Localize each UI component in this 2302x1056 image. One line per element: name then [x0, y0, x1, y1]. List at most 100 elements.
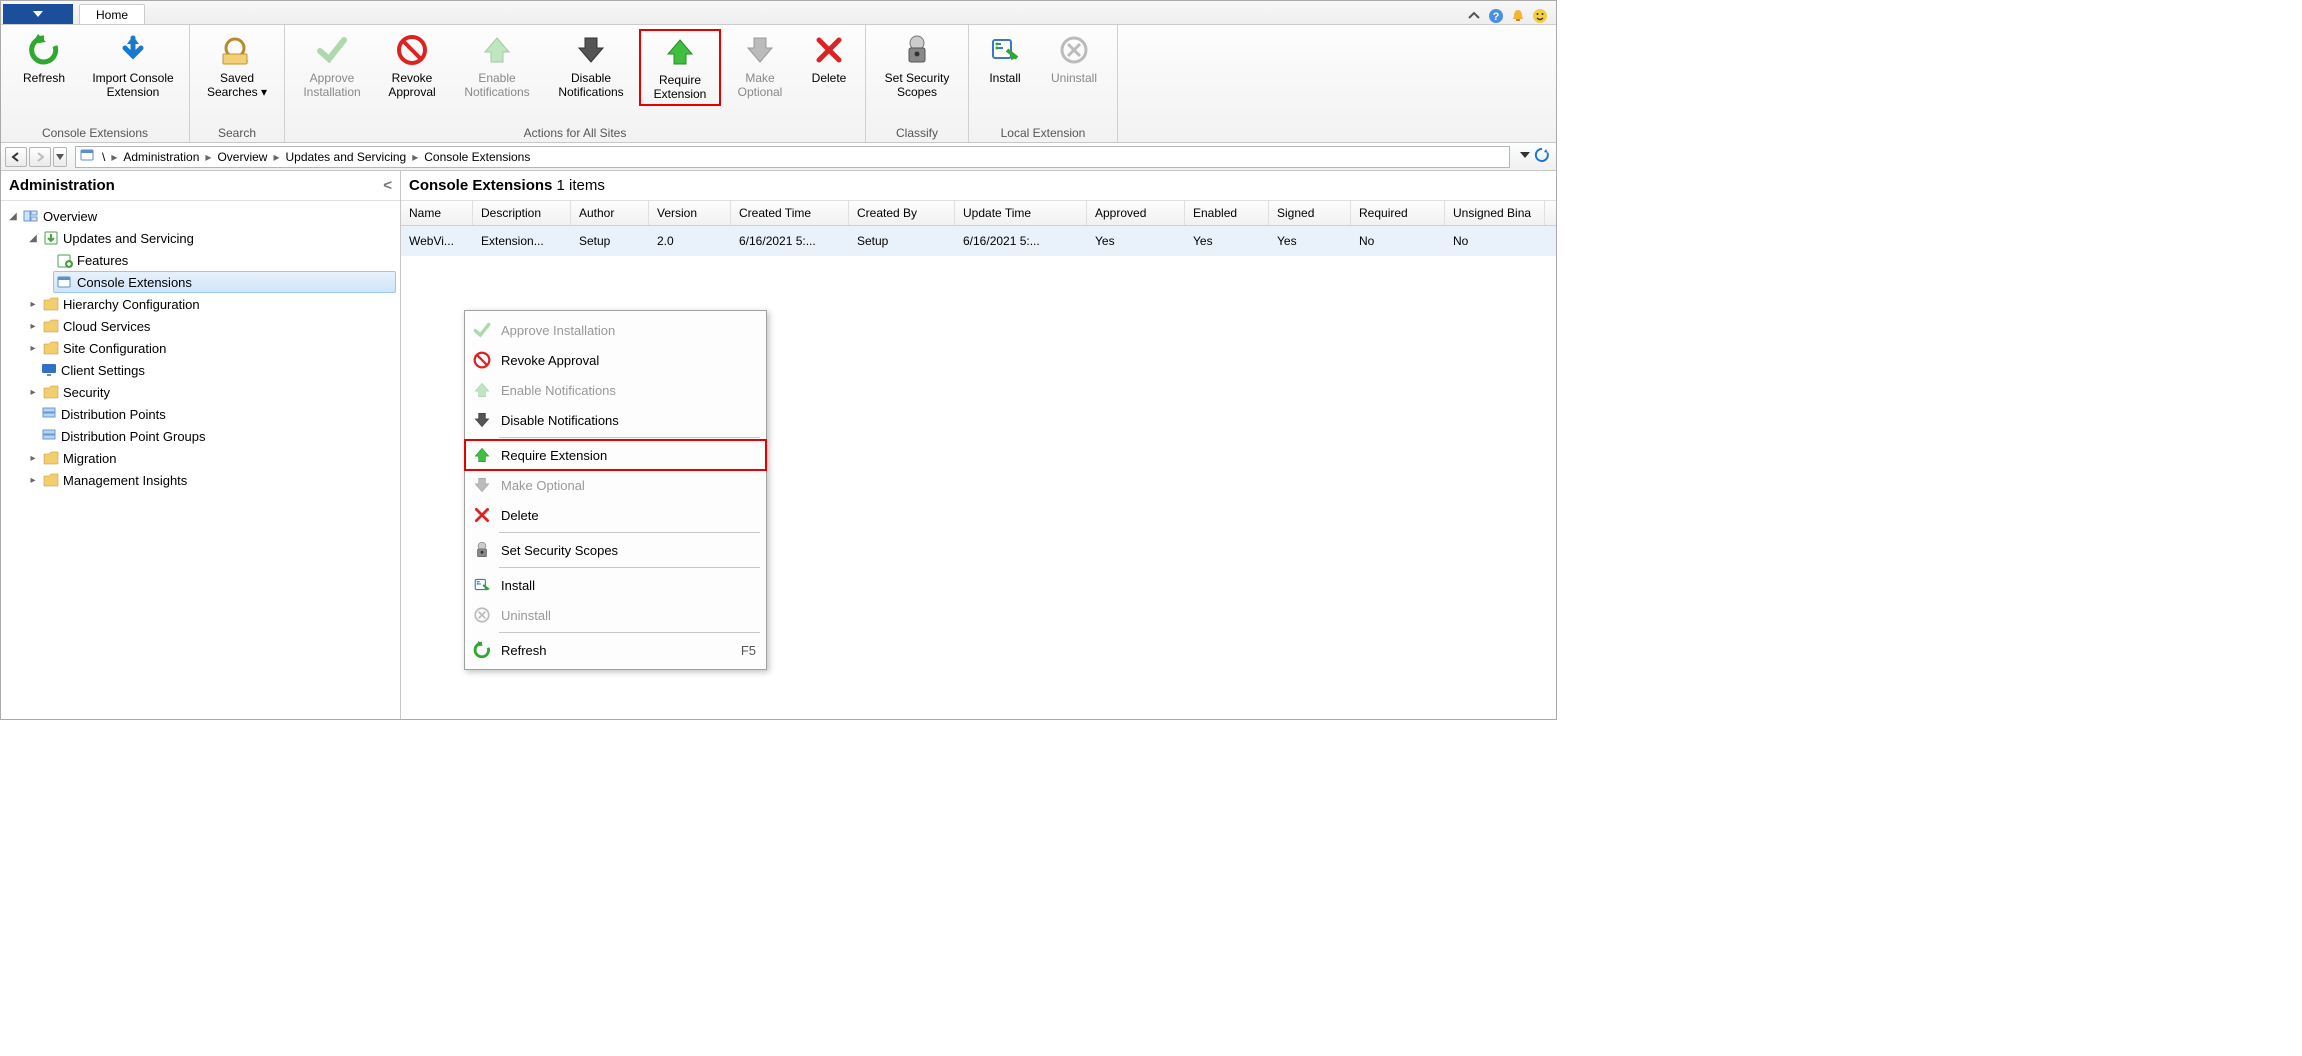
arrow-down-icon [473, 476, 491, 494]
breadcrumb-item[interactable]: Updates and Servicing [281, 150, 410, 164]
menu-separator [499, 632, 760, 633]
breadcrumb-item[interactable]: Console Extensions [420, 150, 534, 164]
enable-label: Enable Notifications [457, 71, 537, 100]
context-menu-approve-installation: Approve Installation [465, 315, 766, 345]
tree-node-cloud-services[interactable]: ▸Cloud Services [1, 315, 400, 337]
saved-searches-button[interactable]: Saved Searches ▾ [196, 29, 278, 102]
require-extension-button[interactable]: Require Extension [639, 29, 721, 106]
column-header-enabled[interactable]: Enabled [1185, 201, 1269, 225]
breadcrumb-root-icon [80, 147, 96, 166]
install-label: Install [989, 71, 1020, 85]
saved-searches-icon [218, 31, 256, 69]
tree-node-distribution-points[interactable]: Distribution Points [1, 403, 400, 425]
nav-back-button[interactable] [5, 147, 27, 167]
breadcrumb-item[interactable]: Overview [213, 150, 271, 164]
shortcut-label: F5 [741, 643, 756, 658]
tree-node-updates-servicing[interactable]: ◢Updates and Servicing [1, 227, 400, 249]
column-header-name[interactable]: Name [401, 201, 473, 225]
column-header-created-by[interactable]: Created By [849, 201, 955, 225]
breadcrumb-bar[interactable]: \▸ Administration▸ Overview▸ Updates and… [75, 146, 1510, 168]
feedback-smiley-icon[interactable] [1532, 8, 1548, 24]
import-console-extension-button[interactable]: Import Console Extension [83, 29, 183, 102]
lock-icon [473, 541, 491, 559]
app-menu-dropdown[interactable] [3, 4, 73, 24]
console-extensions-icon [57, 274, 73, 290]
context-menu-refresh[interactable]: RefreshF5 [465, 635, 766, 665]
cell-signed: Yes [1269, 230, 1351, 252]
context-menu-make-optional: Make Optional [465, 470, 766, 500]
tree-node-client-settings[interactable]: Client Settings [1, 359, 400, 381]
menu-separator [499, 567, 760, 568]
tree-node-distribution-point-groups[interactable]: Distribution Point Groups [1, 425, 400, 447]
nav-forward-button[interactable] [29, 147, 51, 167]
context-menu-disable-notifications[interactable]: Disable Notifications [465, 405, 766, 435]
delete-button[interactable]: Delete [799, 29, 859, 106]
set-security-scopes-button[interactable]: Set Security Scopes [872, 29, 962, 102]
disable-label: Disable Notifications [551, 71, 631, 100]
tab-home[interactable]: Home [79, 4, 145, 24]
servers-icon [41, 428, 57, 444]
tree-node-features[interactable]: Features [1, 249, 400, 271]
tree-node-migration[interactable]: ▸Migration [1, 447, 400, 469]
tree-node-security[interactable]: ▸Security [1, 381, 400, 403]
install-button[interactable]: Install [975, 29, 1035, 87]
column-header-required[interactable]: Required [1351, 201, 1445, 225]
cell-author: Setup [571, 230, 649, 252]
tree-node-overview[interactable]: ◢Overview [1, 205, 400, 227]
breadcrumb-item[interactable]: Administration [119, 150, 203, 164]
arrow-down-icon [572, 31, 610, 69]
tree-node-hierarchy-configuration[interactable]: ▸Hierarchy Configuration [1, 293, 400, 315]
column-header-created-time[interactable]: Created Time [731, 201, 849, 225]
breadcrumb-dropdown-icon[interactable] [1520, 147, 1530, 166]
cell-required: No [1351, 230, 1445, 252]
arrow-up-icon [478, 31, 516, 69]
folder-icon [43, 296, 59, 312]
tree-node-site-configuration[interactable]: ▸Site Configuration [1, 337, 400, 359]
collapse-tree-icon[interactable]: < [383, 177, 392, 194]
cell-approved: Yes [1087, 230, 1185, 252]
context-menu-enable-notifications: Enable Notifications [465, 375, 766, 405]
column-header-signed[interactable]: Signed [1269, 201, 1351, 225]
notifications-bell-icon[interactable] [1510, 8, 1526, 24]
menu-separator [499, 437, 760, 438]
table-row[interactable]: WebVi... Extension... Setup 2.0 6/16/202… [401, 226, 1556, 256]
servers-icon [41, 406, 57, 422]
column-header-author[interactable]: Author [571, 201, 649, 225]
context-menu-revoke-approval[interactable]: Revoke Approval [465, 345, 766, 375]
column-header-version[interactable]: Version [649, 201, 731, 225]
disable-notifications-button[interactable]: Disable Notifications [545, 29, 637, 106]
column-header-unsigned-binaries[interactable]: Unsigned Bina [1445, 201, 1545, 225]
collapse-ribbon-icon[interactable] [1466, 8, 1482, 24]
list-count: 1 items [557, 177, 605, 194]
revoke-approval-button[interactable]: Revoke Approval [375, 29, 449, 106]
context-menu-set-security-scopes[interactable]: Set Security Scopes [465, 535, 766, 565]
grid-header-row: Name Description Author Version Created … [401, 200, 1556, 226]
check-icon [313, 31, 351, 69]
features-icon [57, 252, 73, 268]
column-header-update-time[interactable]: Update Time [955, 201, 1087, 225]
dropdown-caret-icon: ▾ [261, 85, 267, 99]
arrow-up-icon [661, 33, 699, 71]
import-icon [114, 31, 152, 69]
context-menu-install[interactable]: Install [465, 570, 766, 600]
refresh-button[interactable]: Refresh [7, 29, 81, 102]
column-header-approved[interactable]: Approved [1087, 201, 1185, 225]
refresh-nav-icon[interactable] [1534, 147, 1550, 166]
lock-icon [898, 31, 936, 69]
column-header-description[interactable]: Description [473, 201, 571, 225]
tree-header: Administration < [1, 171, 400, 201]
cell-unsigned: No [1445, 230, 1545, 252]
context-menu-require-extension[interactable]: Require Extension [465, 440, 766, 470]
uninstall-label: Uninstall [1051, 71, 1097, 85]
tree-node-console-extensions[interactable]: Console Extensions [53, 271, 396, 293]
tree-node-management-insights[interactable]: ▸Management Insights [1, 469, 400, 491]
list-title: Console Extensions [409, 177, 552, 194]
nav-history-dropdown[interactable] [53, 147, 67, 167]
optional-label: Make Optional [729, 71, 791, 100]
ribbon-group-label: Search [196, 124, 278, 140]
context-menu-delete[interactable]: Delete [465, 500, 766, 530]
ribbon-group-actions-all-sites: Approve Installation Revoke Approval Ena… [285, 25, 866, 142]
enable-notifications-button: Enable Notifications [451, 29, 543, 106]
help-icon[interactable] [1488, 8, 1504, 24]
revoke-label: Revoke Approval [381, 71, 443, 100]
